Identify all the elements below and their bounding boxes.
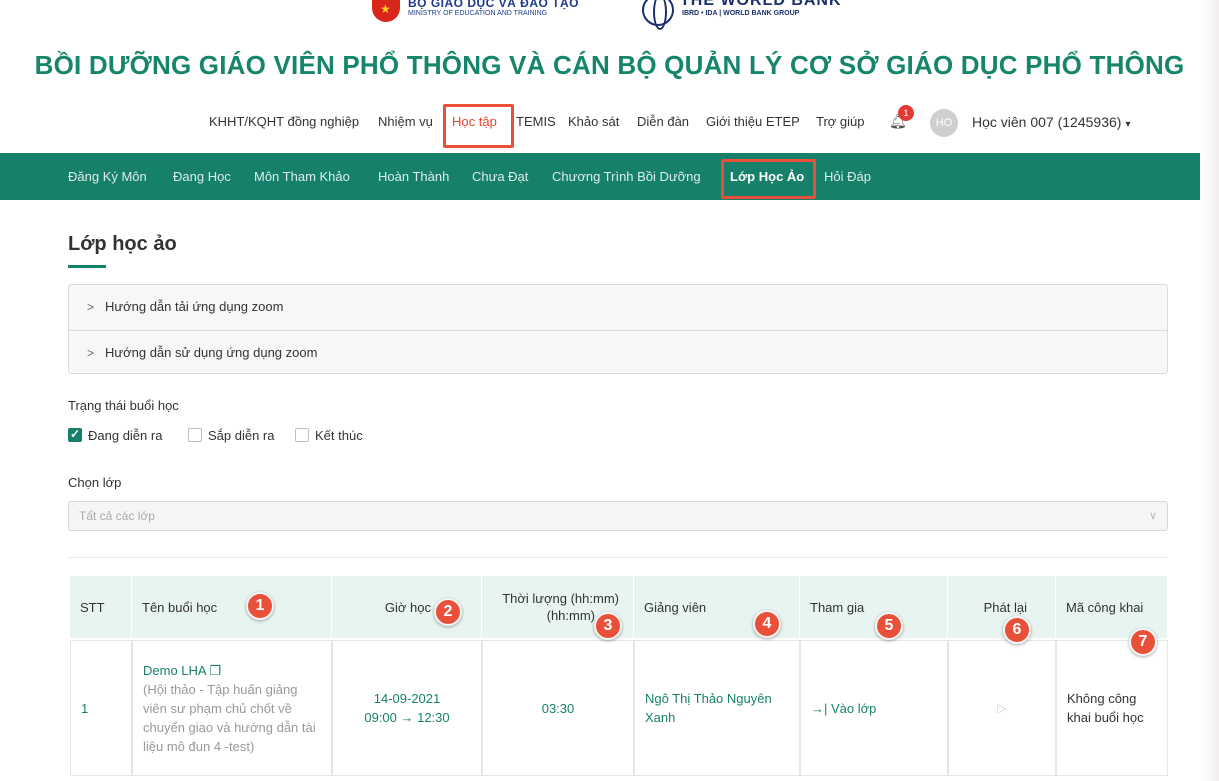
status-checkbox-ongoing[interactable]: Đang diễn ra xyxy=(68,427,163,443)
status-filter-label: Trạng thái buổi học xyxy=(68,398,179,413)
moet-emblem-icon xyxy=(372,0,400,22)
class-select[interactable]: Tất cả các lớp ∨ xyxy=(68,501,1168,531)
class-select-label: Chọn lớp xyxy=(68,475,122,490)
moet-subtitle: MINISTRY OF EDUCATION AND TRAINING xyxy=(408,10,548,17)
world-bank-subtitle: IBRD • IDA | WORLD BANK GROUP xyxy=(682,10,800,17)
replay-cell: ▷ xyxy=(948,640,1056,776)
annotation-marker-2: 2 xyxy=(434,598,462,626)
session-time-range: 09:00 → 12:30 xyxy=(364,710,450,725)
col-header-replay: Phát lại xyxy=(948,576,1056,638)
annotation-marker-1: 1 xyxy=(246,592,274,620)
world-bank-globe-icon xyxy=(642,0,674,30)
join-class-link[interactable]: →| Vào lớp xyxy=(811,701,876,716)
row-stt: 1 xyxy=(81,700,89,716)
checkbox-empty-icon xyxy=(188,428,202,442)
subnav-training-program[interactable]: Chương Trình Bồi Dưỡng xyxy=(552,169,701,184)
table-row: 1 xyxy=(70,640,132,776)
subnav-register[interactable]: Đăng Ký Môn xyxy=(68,169,147,184)
annotation-marker-5: 5 xyxy=(875,612,903,640)
copy-icon[interactable]: ❐ xyxy=(210,663,222,678)
accordion-item-download-zoom[interactable]: > Hướng dẫn tải ứng dụng zoom xyxy=(69,285,1167,329)
checkbox-empty-icon xyxy=(295,428,309,442)
accordion-label: Hướng dẫn tải ứng dụng zoom xyxy=(105,299,284,314)
session-title: Demo LHA xyxy=(143,662,206,678)
checkbox-label: Kết thúc xyxy=(315,428,363,443)
user-menu[interactable]: Học viên 007 (1245936) ▾ xyxy=(972,114,1130,130)
session-duration: 03:30 xyxy=(541,700,575,716)
annotation-marker-6: 6 xyxy=(1003,616,1031,644)
teacher-cell: Ngô Thị Thảo Nguyên Xanh xyxy=(634,640,800,776)
annotation-marker-4: 4 xyxy=(753,610,781,638)
session-name-cell: Demo LHA ❐ (Hội thảo - Tập huấn giảng vi… xyxy=(132,640,332,776)
topnav-about-etep[interactable]: Giới thiệu ETEP xyxy=(706,114,800,129)
zoom-guide-accordion: > Hướng dẫn tải ứng dụng zoom > Hướng dẫn … xyxy=(68,284,1168,374)
page-title: Lớp học ảo xyxy=(68,233,177,255)
enter-arrow-icon: →| xyxy=(811,700,828,716)
topnav-survey[interactable]: Khảo sát xyxy=(568,114,619,129)
accordion-label: Hướng dẫn sử dụng ứng dụng zoom xyxy=(105,345,318,360)
subnav-not-passed[interactable]: Chưa Đạt xyxy=(472,169,528,184)
session-description: (Hội thảo - Tập huấn giảng viên sư phạm … xyxy=(143,681,316,754)
session-title-link[interactable]: Demo LHA ❐ xyxy=(143,661,221,680)
chevron-right-icon: > xyxy=(87,300,95,314)
topnav-temis[interactable]: TEMIS xyxy=(516,114,556,129)
chevron-down-icon: ∨ xyxy=(1148,510,1157,522)
session-date: 14-09-2021 xyxy=(373,691,441,706)
session-duration-cell: 03:30 xyxy=(482,640,634,776)
notification-badge: 1 xyxy=(898,105,914,121)
teacher-name: Ngô Thị Thảo Nguyên Xanh xyxy=(645,691,772,725)
accordion-item-use-zoom[interactable]: > Hướng dẫn sử dụng ứng dụng zoom xyxy=(69,330,1167,374)
topnav-tasks[interactable]: Nhiệm vụ xyxy=(378,114,433,129)
col-header-join: Tham gia xyxy=(800,576,948,638)
col-header-stt: STT xyxy=(70,576,132,638)
partner-logos: BỘ GIÁO DỤC VÀ ĐÀO TẠO MINISTRY OF EDUCA… xyxy=(0,0,1219,30)
sessions-table: STT Tên buổi học Giờ học Thời lượng (hh:… xyxy=(70,576,1168,776)
public-code-status: Không công khai buổi học xyxy=(1067,691,1144,725)
world-bank-name: THE WORLD BANK xyxy=(680,0,842,9)
checkbox-label: Sắp diễn ra xyxy=(208,428,275,443)
chevron-right-icon: > xyxy=(87,346,95,360)
checkbox-label: Đang diễn ra xyxy=(88,428,163,443)
duration-header-label: Thời lượng (hh:mm) xyxy=(502,591,619,606)
class-select-value: Tất cả các lớp xyxy=(79,509,155,523)
avatar[interactable]: HO xyxy=(930,109,958,137)
checkbox-checked-icon xyxy=(68,427,82,442)
subnav-studying[interactable]: Đang Học xyxy=(173,169,231,184)
top-nav: KHHT/KQHT đồng nghiệp Nhiệm vụ Học tập T… xyxy=(0,104,1219,148)
caret-down-icon: ▾ xyxy=(1125,119,1131,130)
subnav-reference[interactable]: Môn Tham Khảo xyxy=(254,169,350,184)
virtual-class-highlight-box xyxy=(721,159,816,199)
learning-subnav: Đăng Ký Môn Đang Học Môn Tham Khảo Hoàn … xyxy=(0,153,1219,200)
user-name: Học viên 007 (1245936) xyxy=(972,114,1122,130)
annotation-marker-3: 3 xyxy=(594,612,622,640)
public-code-cell: Không công khai buổi học xyxy=(1056,640,1168,776)
window-edge xyxy=(1200,0,1219,781)
divider xyxy=(68,557,1168,558)
session-time-cell: 14-09-2021 09:00 → 12:30 xyxy=(332,640,482,776)
site-title: BỒI DƯỠNG GIÁO VIÊN PHỔ THÔNG VÀ CÁN BỘ … xyxy=(34,50,1185,80)
subnav-qa[interactable]: Hỏi Đáp xyxy=(824,169,871,184)
status-checkbox-upcoming[interactable]: Sắp diễn ra xyxy=(188,428,275,443)
topnav-forum[interactable]: Diễn đàn xyxy=(637,114,689,129)
play-icon[interactable]: ▷ xyxy=(997,701,1006,715)
col-header-session-name: Tên buổi học xyxy=(132,576,332,638)
topnav-colleague-plan[interactable]: KHHT/KQHT đồng nghiệp xyxy=(209,114,359,129)
col-header-public-code: Mã công khai xyxy=(1056,576,1168,638)
title-underline xyxy=(68,265,106,268)
status-checkbox-ended[interactable]: Kết thúc xyxy=(295,428,363,443)
learning-highlight-box xyxy=(443,104,514,148)
annotation-marker-7: 7 xyxy=(1129,628,1157,656)
subnav-completed[interactable]: Hoàn Thành xyxy=(378,169,449,184)
topnav-help[interactable]: Trợ giúp xyxy=(816,114,865,129)
join-label: Vào lớp xyxy=(831,700,877,716)
moet-name: BỘ GIÁO DỤC VÀ ĐÀO TẠO xyxy=(408,0,580,10)
join-cell: →| Vào lớp xyxy=(800,640,948,776)
